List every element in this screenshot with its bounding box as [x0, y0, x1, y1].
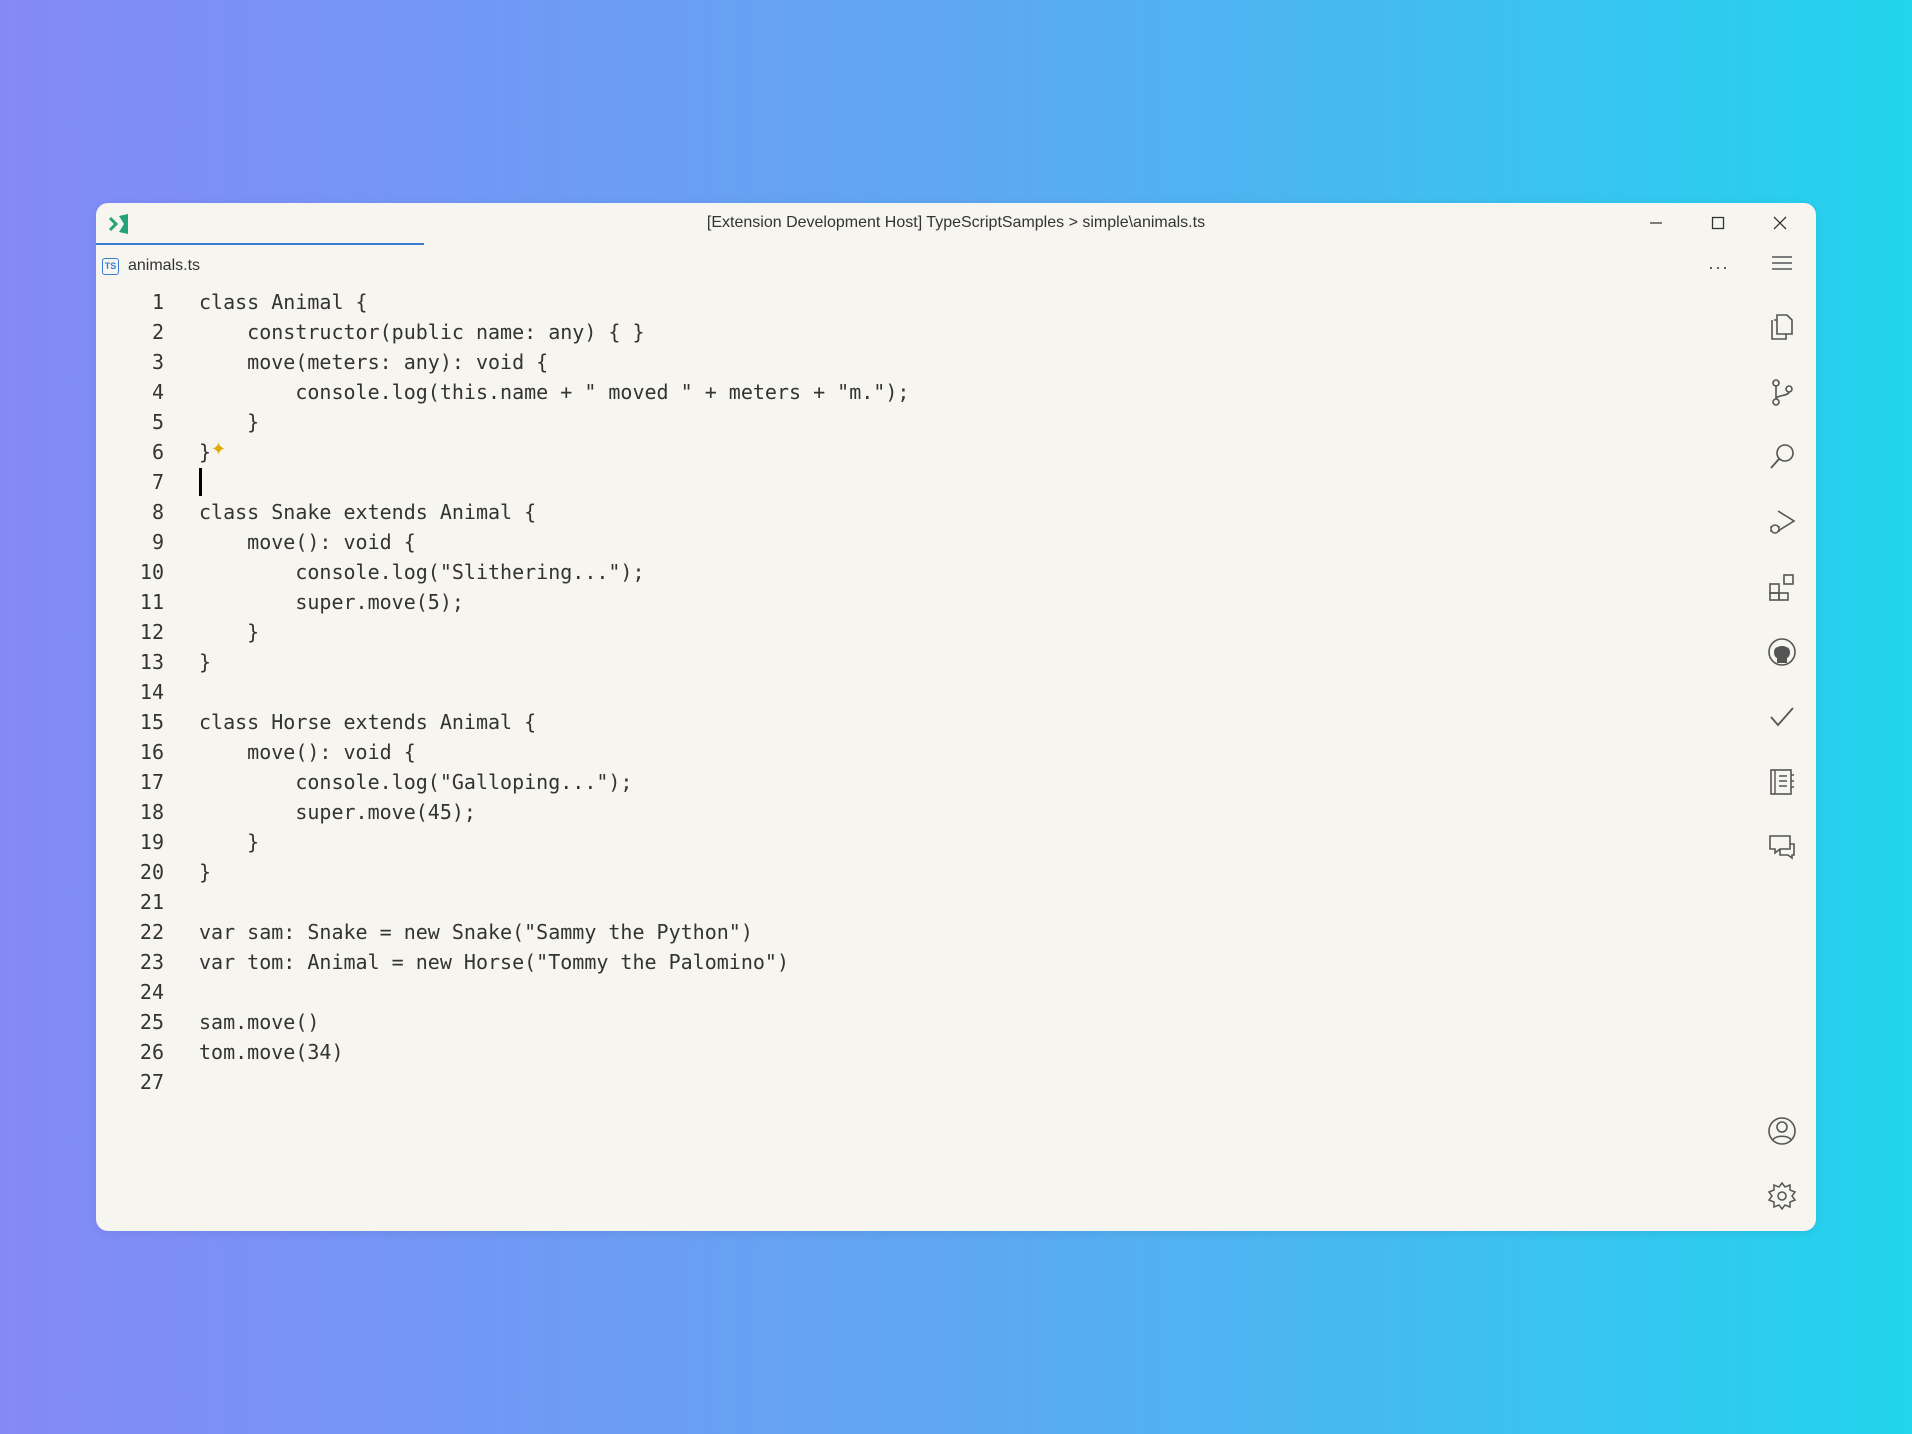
explorer-icon[interactable]	[1766, 311, 1798, 343]
notebook-icon[interactable]	[1766, 766, 1798, 798]
line-number: 1	[151, 290, 164, 314]
line-number: 15	[139, 710, 164, 734]
line-number: 12	[139, 620, 164, 644]
line-number: 27	[139, 1070, 164, 1094]
tab-animals-ts[interactable]: TS animals.ts	[102, 253, 200, 279]
line-number: 4	[151, 380, 164, 404]
line-number: 9	[151, 530, 164, 554]
line-number: 20	[139, 860, 164, 884]
github-icon[interactable]	[1766, 636, 1798, 668]
window-title: [Extension Development Host] TypeScriptS…	[706, 214, 1206, 231]
title-bar: [Extension Development Host] TypeScriptS…	[96, 203, 1816, 243]
line-number: 3	[151, 350, 164, 374]
line-number: 10	[139, 560, 164, 584]
source-control-icon[interactable]	[1766, 376, 1798, 408]
code-line: }	[199, 860, 212, 884]
code-line: }	[199, 440, 212, 464]
tab-label: animals.ts	[128, 257, 201, 274]
tab-bar: TS animals.ts ···	[96, 247, 1746, 287]
code-line: class Horse extends Animal {	[199, 710, 537, 734]
editor-window: [Extension Development Host] TypeScriptS…	[96, 203, 1816, 1231]
code-line: tom.move(34)	[199, 1040, 344, 1064]
title-progress-line	[96, 243, 424, 245]
line-number: 11	[139, 590, 164, 614]
chat-icon[interactable]	[1766, 831, 1798, 863]
code-line: move(meters: any): void {	[199, 350, 549, 374]
line-number: 18	[139, 800, 164, 824]
line-number: 23	[139, 950, 164, 974]
line-number: 25	[139, 1010, 164, 1034]
line-number: 5	[151, 410, 164, 434]
line-number: 21	[139, 890, 164, 914]
code-line: super.move(5);	[199, 590, 464, 614]
extensions-icon[interactable]	[1766, 571, 1798, 603]
run-debug-icon[interactable]	[1766, 506, 1798, 538]
line-number: 26	[139, 1040, 164, 1064]
code-line: super.move(45);	[199, 800, 476, 824]
account-icon[interactable]	[1766, 1115, 1798, 1147]
code-line: var sam: Snake = new Snake("Sammy the Py…	[199, 920, 753, 944]
search-icon[interactable]	[1766, 441, 1798, 473]
activity-bar	[1746, 243, 1816, 1231]
testing-icon[interactable]	[1766, 701, 1798, 733]
code-line: var tom: Animal = new Horse("Tommy the P…	[199, 950, 790, 974]
line-number: 24	[139, 980, 164, 1004]
line-number: 17	[139, 770, 164, 794]
code-line: }	[199, 650, 212, 674]
minimize-icon	[1650, 222, 1662, 224]
line-number: 14	[139, 680, 164, 704]
line-number: 16	[139, 740, 164, 764]
line-number: 7	[151, 470, 164, 494]
settings-gear-icon[interactable]	[1766, 1180, 1798, 1212]
maximize-button[interactable]	[1698, 209, 1738, 237]
code-line: move(): void {	[199, 530, 416, 554]
code-line: console.log("Slithering...");	[199, 560, 645, 584]
code-line: console.log("Galloping...");	[199, 770, 633, 794]
line-number: 8	[151, 500, 164, 524]
minimize-button[interactable]	[1636, 209, 1676, 237]
code-line: console.log(this.name + " moved " + mete…	[199, 380, 910, 404]
text-cursor	[199, 468, 202, 496]
typescript-file-icon: TS	[102, 257, 119, 275]
code-line: sam.move()	[199, 1010, 320, 1034]
code-line: }	[199, 830, 260, 854]
close-button[interactable]	[1760, 209, 1800, 237]
code-line: }	[199, 410, 260, 434]
line-number: 22	[139, 920, 164, 944]
maximize-icon	[1711, 216, 1725, 230]
code-line: class Snake extends Animal {	[199, 500, 537, 524]
close-icon	[1773, 216, 1787, 230]
code-line: class Animal {	[199, 290, 368, 314]
code-line: move(): void {	[199, 740, 416, 764]
code-editor[interactable]: 1 2 3 4 5 6 7 8 9 10 11 12 13 14 15 16 1…	[96, 287, 1746, 1227]
more-actions-button[interactable]: ···	[1708, 257, 1729, 278]
code-line: constructor(public name: any) { }	[199, 320, 645, 344]
menu-icon[interactable]	[1766, 247, 1798, 279]
line-number: 2	[151, 320, 164, 344]
code-line: }	[199, 620, 260, 644]
line-number: 13	[139, 650, 164, 674]
sparkle-icon[interactable]: ✦	[211, 439, 226, 460]
line-number: 6	[151, 440, 164, 464]
line-number: 19	[139, 830, 164, 854]
